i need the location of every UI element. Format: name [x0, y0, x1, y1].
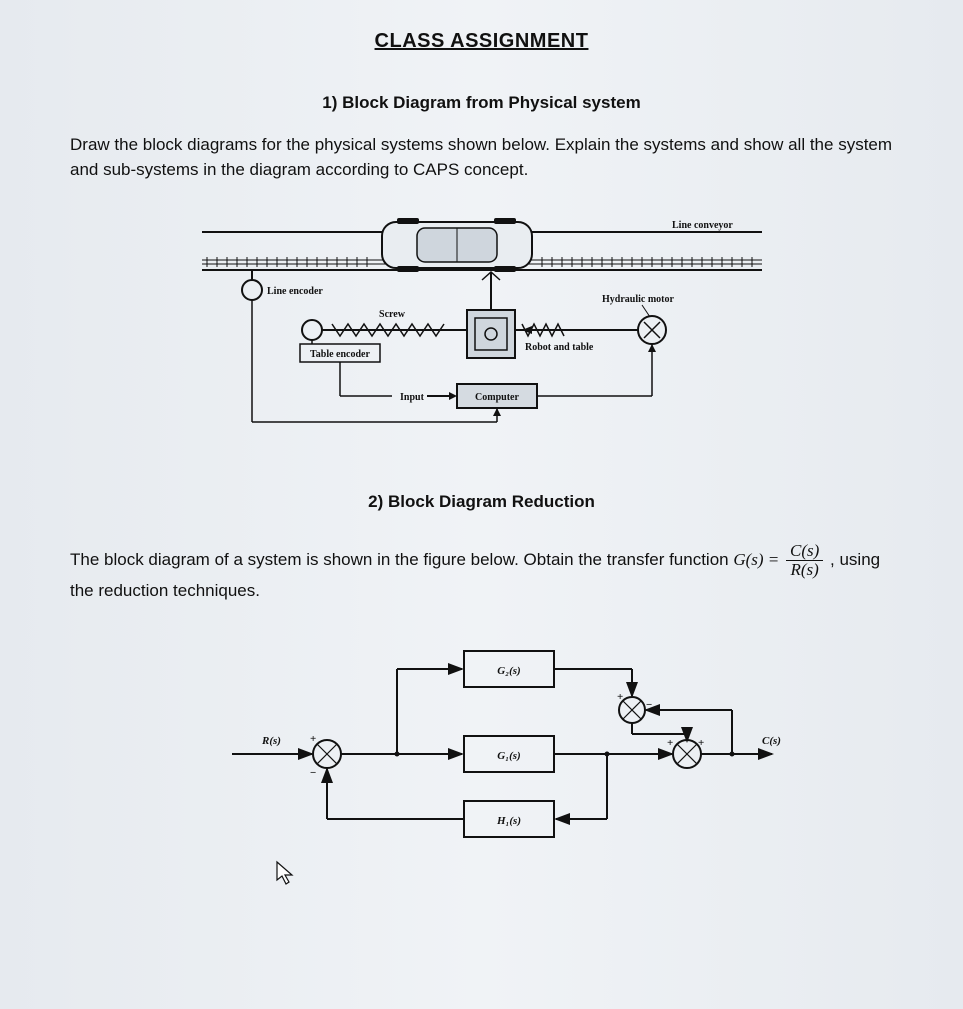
label-hydraulic-motor: Hydraulic motor — [602, 294, 674, 305]
mouse-cursor-icon — [275, 860, 295, 886]
label-G1: G₁(s) — [497, 750, 520, 762]
label-line-conveyor: Line conveyor — [672, 220, 733, 231]
tf-den: R(s) — [786, 561, 823, 579]
q1-heading: 1) Block Diagram from Physical system — [60, 93, 903, 113]
svg-text:−: − — [310, 767, 316, 779]
label-C: C(s) — [762, 735, 781, 747]
label-line-encoder: Line encoder — [267, 286, 323, 297]
q2-prompt-pre: The block diagram of a system is shown i… — [70, 550, 733, 569]
label-table-encoder: Table encoder — [310, 349, 370, 360]
label-screw: Screw — [379, 309, 406, 320]
line-encoder-icon — [242, 280, 262, 300]
label-robot-table: Robot and table — [525, 342, 594, 353]
assignment-page: CLASS ASSIGNMENT 1) Block Diagram from P… — [0, 0, 963, 1009]
svg-text:+: + — [617, 691, 623, 703]
label-G2: G₂(s) — [497, 665, 520, 677]
label-H1: H₁(s) — [496, 815, 521, 827]
car-icon — [382, 218, 532, 272]
q1-prompt: Draw the block diagrams for the physical… — [70, 133, 893, 182]
label-computer: Computer — [475, 392, 519, 403]
q2-figure: R(s) + − G₁(s) + + C(s) G₂(s) — [162, 624, 802, 854]
label-R: R(s) — [261, 735, 281, 747]
svg-text:+: + — [310, 733, 316, 745]
q1-figure: Line conveyor Line encoder Screw Robot a… — [182, 202, 782, 442]
svg-text:+: + — [698, 737, 704, 749]
svg-text:+: + — [667, 737, 673, 749]
tf-fraction: C(s) R(s) — [786, 542, 823, 579]
page-title: CLASS ASSIGNMENT — [60, 30, 903, 53]
tf-num: C(s) — [786, 542, 823, 561]
label-input: Input — [400, 392, 425, 403]
table-encoder-icon — [302, 320, 322, 340]
q2-heading: 2) Block Diagram Reduction — [60, 492, 903, 512]
robot-table-icon — [467, 310, 515, 358]
tf-lhs: G(s) = — [733, 550, 779, 569]
q2-prompt: The block diagram of a system is shown i… — [70, 542, 893, 603]
